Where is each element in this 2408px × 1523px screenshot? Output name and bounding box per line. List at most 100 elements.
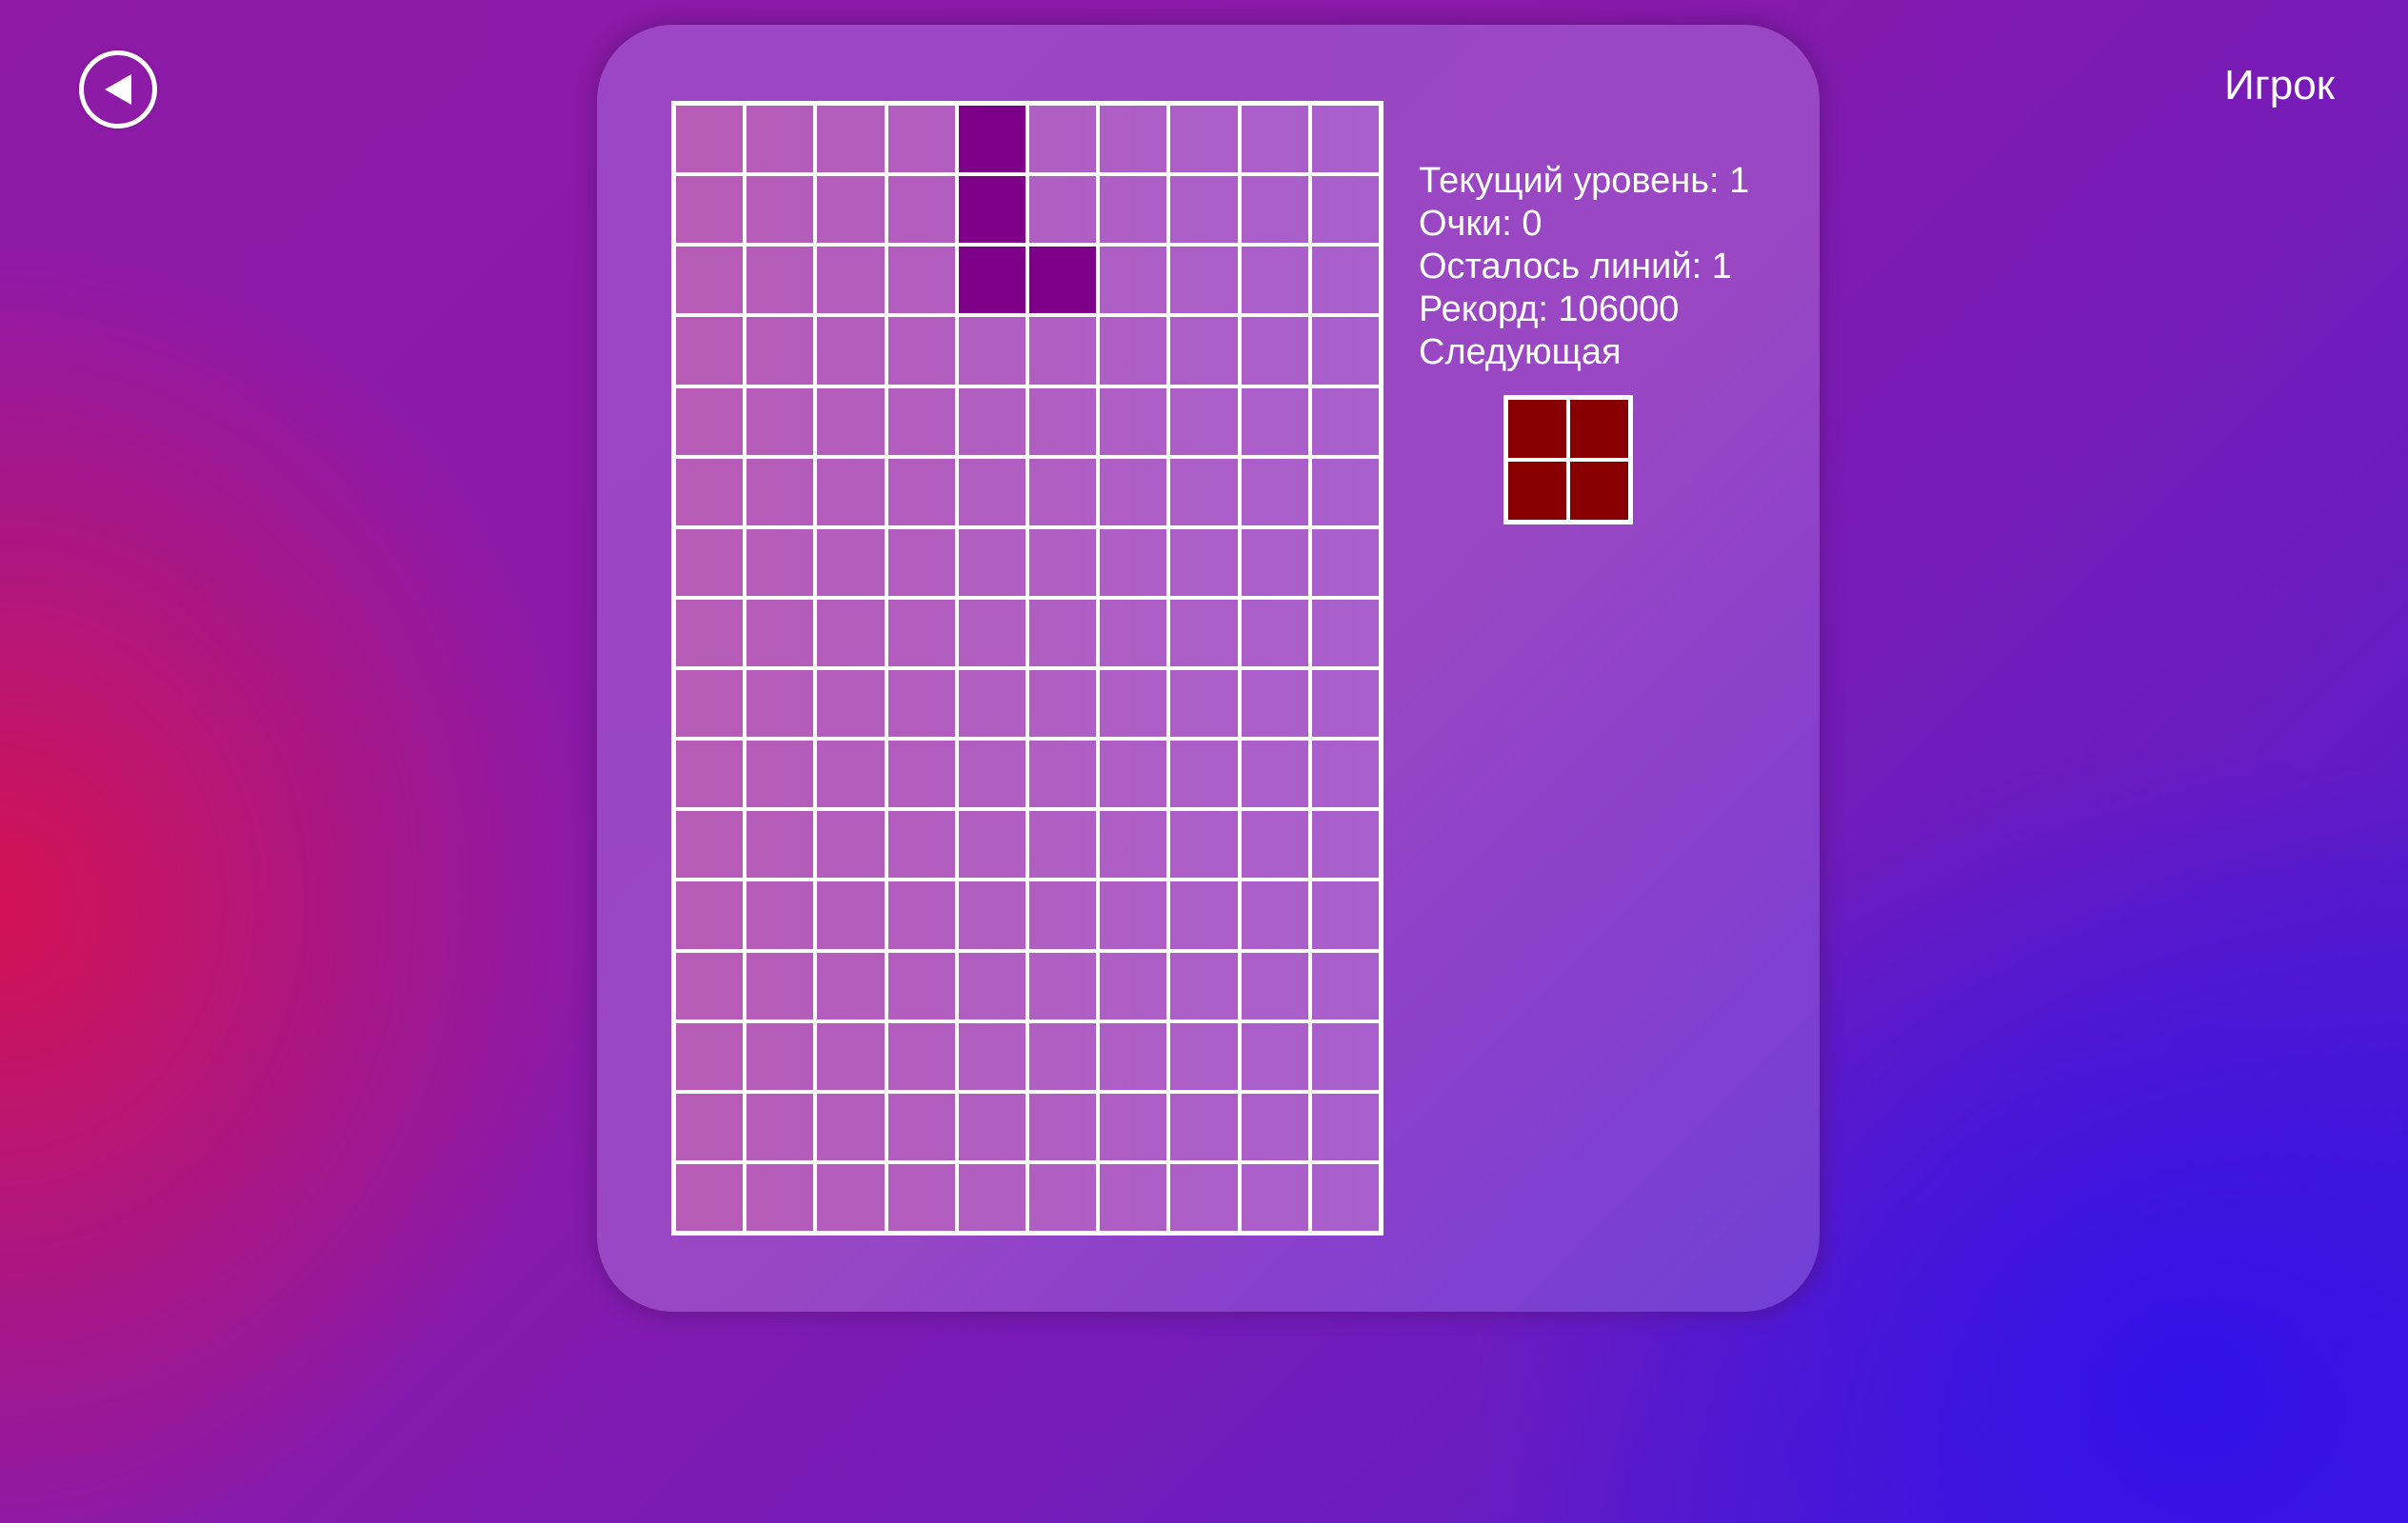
board-cell [1239,1161,1310,1233]
board-cell [1309,739,1381,810]
board-cell [745,1020,816,1092]
board-cell [1239,245,1310,316]
board-cell [1309,174,1381,246]
board-cell [956,880,1027,951]
board-cell [745,104,816,175]
board-cell [1168,739,1240,810]
board-cell [1098,597,1169,668]
board-cell [1098,456,1169,527]
board-cell [1026,1161,1099,1233]
board-cell [1168,174,1240,246]
board-cell [1239,1020,1310,1092]
board-cell [1168,526,1240,598]
board-cell [815,1091,886,1162]
game-board[interactable] [671,101,1383,1236]
board-cell [1026,174,1099,246]
board-cell [1026,1020,1099,1092]
board-cell [1309,597,1381,668]
board-cell [1098,245,1169,316]
board-cell [1309,315,1381,386]
board-cell [815,174,886,246]
board-cell [886,386,957,457]
board-cell [815,104,886,175]
player-name[interactable]: Игрок [2224,59,2335,112]
board-cell [1098,950,1169,1021]
board-cell [745,880,816,951]
board-cell [1239,668,1310,740]
level-text: Текущий уровень: 1 [1419,161,1750,201]
active-piece-cell [956,245,1027,316]
next-piece-cell [1506,398,1568,460]
board-cell [1098,104,1169,175]
board-cell [1239,456,1310,527]
board-cell [674,668,746,740]
board-cell [674,1091,746,1162]
board-cell [745,809,816,880]
board-cell [674,809,746,880]
board-cell [956,1020,1027,1092]
board-cell [815,526,886,598]
board-cell [745,739,816,810]
board-cell [815,315,886,386]
board-cell [1098,315,1169,386]
board-cell [886,597,957,668]
next-piece-cell [1568,398,1630,460]
board-cell [886,104,957,175]
record-text: Рекорд: 106000 [1419,289,1680,329]
board-cell [745,526,816,598]
board-cell [745,1091,816,1162]
board-cell [1239,315,1310,386]
board-cell [1309,809,1381,880]
board-cell [815,597,886,668]
board-cell [815,245,886,316]
board-cell [1309,386,1381,457]
next-label: Следующая [1419,332,1622,372]
board-cell [1168,809,1240,880]
board-cell [745,456,816,527]
board-cell [886,456,957,527]
board-cell [674,739,746,810]
board-cell [1309,1020,1381,1092]
board-cell [886,950,957,1021]
board-cell [1026,456,1099,527]
active-piece-cell [956,174,1027,246]
board-cell [1026,739,1099,810]
board-cell [1098,1020,1169,1092]
lines-left-text: Осталось линий: 1 [1419,247,1732,287]
back-button[interactable] [79,50,157,129]
board-cell [815,950,886,1021]
board-cell [815,456,886,527]
board-cell [745,1161,816,1233]
board-cell [674,104,746,175]
next-piece-preview [1503,395,1633,524]
board-cell [1309,1091,1381,1162]
board-cell [1309,526,1381,598]
board-cell [674,597,746,668]
board-cell [1239,526,1310,598]
board-cell [1098,386,1169,457]
board-cell [1168,315,1240,386]
board-cell [886,809,957,880]
board-cell [1239,950,1310,1021]
board-cell [674,386,746,457]
board-cell [1239,739,1310,810]
board-cell [745,668,816,740]
board-cell [1026,526,1099,598]
board-cell [1309,104,1381,175]
board-cell [1026,880,1099,951]
board-cell [1168,386,1240,457]
board-cell [1026,386,1099,457]
board-cell [674,1020,746,1092]
board-cell [1309,1161,1381,1233]
board-cell [956,668,1027,740]
board-cell [1098,739,1169,810]
board-cell [745,597,816,668]
board-cell [745,315,816,386]
board-cell [1239,174,1310,246]
board-cell [1168,880,1240,951]
board-cell [1168,104,1240,175]
board-cell [1168,1161,1240,1233]
board-cell [1026,315,1099,386]
board-cell [1309,950,1381,1021]
board-cell [956,386,1027,457]
